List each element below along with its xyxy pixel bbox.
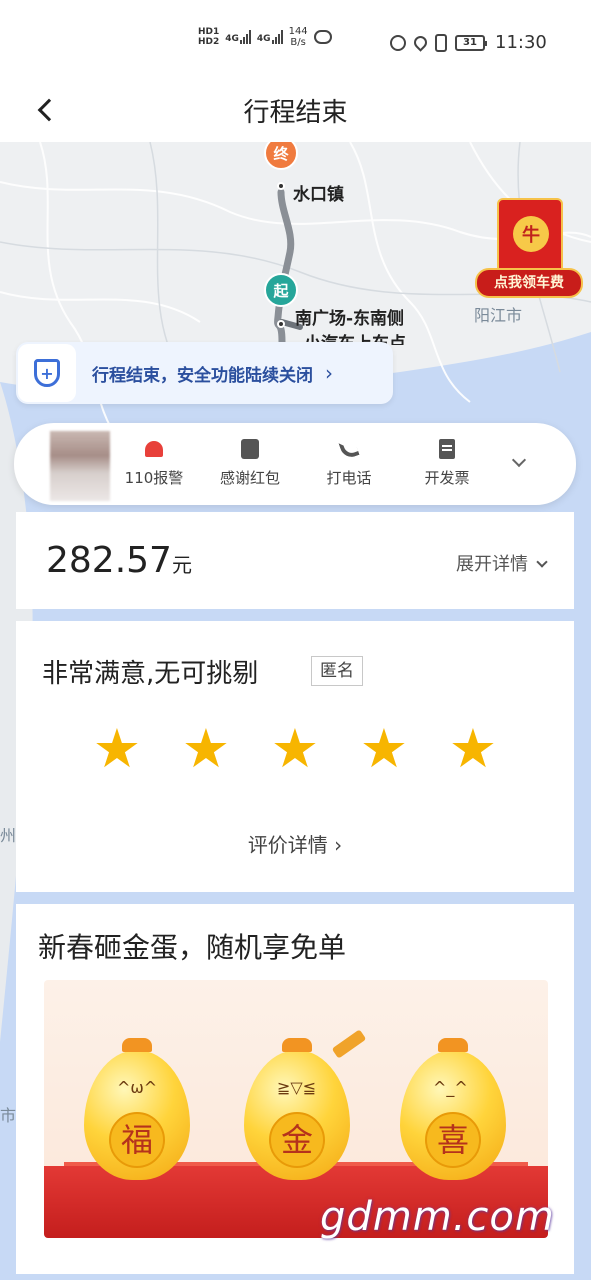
fare-amount: 282.57元 xyxy=(46,540,192,581)
city-label-left-2: 市 xyxy=(0,1106,17,1125)
start-marker: 起 xyxy=(264,273,298,307)
red-packet-icon xyxy=(241,439,259,459)
signal-icon-2: 4G xyxy=(257,30,283,44)
header: 行程结束 xyxy=(0,80,591,142)
fare-unit: 元 xyxy=(171,553,192,577)
golden-egg[interactable]: ≧▽≦ 金 xyxy=(244,1038,350,1180)
driver-avatar[interactable] xyxy=(50,431,110,501)
egg-face: ^ω^ xyxy=(117,1078,158,1097)
fare-card: 282.57元 展开详情 xyxy=(16,512,574,609)
egg-character: 喜 xyxy=(425,1112,481,1168)
coin-icon: 牛 xyxy=(513,216,549,252)
call-label: 打电话 xyxy=(326,469,372,487)
clock: 11:30 xyxy=(495,32,547,53)
star-icon[interactable]: ★ xyxy=(359,722,409,776)
hd-indicator: HD1 HD2 xyxy=(198,27,219,47)
eye-icon xyxy=(390,34,406,51)
chevron-right-icon: › xyxy=(325,361,333,385)
egg-character: 福 xyxy=(109,1112,165,1168)
rating-details-link[interactable]: 评价详情 › xyxy=(16,829,574,858)
shield-icon: + xyxy=(34,359,60,387)
egg-face: ^_^ xyxy=(433,1078,468,1097)
destination-label: 水口镇 xyxy=(293,185,344,205)
rating-card: 非常满意,无可挑剔 匿名 ★ ★ ★ ★ ★ 评价详情 › xyxy=(16,621,574,892)
network-type-2: 4G xyxy=(256,34,271,44)
start-point-dot xyxy=(277,320,285,328)
egg-character: 金 xyxy=(269,1112,325,1168)
call-button[interactable]: 打电话 xyxy=(304,437,394,488)
egg-hat-icon xyxy=(282,1038,312,1052)
alarm-label: 110报警 xyxy=(124,469,184,487)
star-icon[interactable]: ★ xyxy=(448,722,498,776)
network-speed: 144 B/s xyxy=(289,26,308,48)
rating-title: 非常满意,无可挑剔 xyxy=(42,659,259,689)
hd2-label: HD2 xyxy=(198,37,220,47)
safety-text: 行程结束，安全功能陆续关闭 xyxy=(92,365,313,386)
watermark: gdmm.com xyxy=(320,1194,555,1240)
star-icon[interactable]: ★ xyxy=(92,722,142,776)
speed-value: 144 xyxy=(288,26,308,37)
star-icon[interactable]: ★ xyxy=(181,722,231,776)
status-left-group: HD1 HD2 4G 4G 144 B/s xyxy=(198,26,332,48)
invoice-icon xyxy=(439,439,455,459)
hd1-label: HD1 xyxy=(198,27,220,37)
trip-actions-bar: 110报警 感谢红包 打电话 开发票 xyxy=(14,423,576,505)
anonymous-tag: 匿名 xyxy=(311,656,363,686)
expand-details-button[interactable]: 展开详情 xyxy=(456,550,546,576)
speed-unit: B/s xyxy=(290,37,306,48)
status-right-group: 31 11:30 xyxy=(390,32,547,53)
thank-red-packet-button[interactable]: 感谢红包 xyxy=(205,437,295,488)
star-icon[interactable]: ★ xyxy=(270,722,320,776)
origin-label: 南广场-东南侧 xyxy=(295,309,405,329)
thank-label: 感谢红包 xyxy=(219,469,280,487)
invoice-label: 开发票 xyxy=(424,469,470,487)
golden-egg[interactable]: ^ω^ 福 xyxy=(84,1038,190,1180)
fare-value: 282.57 xyxy=(46,540,172,581)
alarm-110-button[interactable]: 110报警 xyxy=(109,437,199,488)
wechat-icon xyxy=(313,30,332,44)
battery-icon: 31 xyxy=(455,34,487,51)
location-icon xyxy=(411,33,430,52)
safety-icon-box: + xyxy=(18,344,76,402)
end-point-dot xyxy=(277,182,285,190)
status-bar: HD1 HD2 4G 4G 144 B/s 31 11:30 xyxy=(0,0,591,80)
star-rating[interactable]: ★ ★ ★ ★ ★ xyxy=(92,722,498,776)
hammer-icon xyxy=(331,1029,367,1059)
red-packet-promo[interactable]: 牛 点我领车费 xyxy=(475,198,583,304)
red-packet-label: 点我领车费 xyxy=(475,268,583,298)
alarm-icon xyxy=(145,441,163,457)
signal-icon: 4G xyxy=(225,30,251,44)
golden-egg[interactable]: ^_^ 喜 xyxy=(400,1038,506,1180)
network-type-1: 4G xyxy=(225,34,239,44)
page-title: 行程结束 xyxy=(243,98,348,128)
chevron-down-icon[interactable] xyxy=(511,452,527,468)
egg-hat-icon xyxy=(122,1038,152,1052)
safety-banner[interactable]: + 行程结束，安全功能陆续关闭 › xyxy=(16,342,393,404)
city-label-right: 阳江市 xyxy=(474,306,523,325)
invoice-button[interactable]: 开发票 xyxy=(402,437,492,488)
egg-face: ≧▽≦ xyxy=(277,1078,317,1097)
vibrate-icon xyxy=(435,33,447,52)
egg-hat-icon xyxy=(438,1038,468,1052)
promo-title: 新春砸金蛋，随机享免单 xyxy=(38,931,347,964)
phone-icon xyxy=(338,437,360,461)
